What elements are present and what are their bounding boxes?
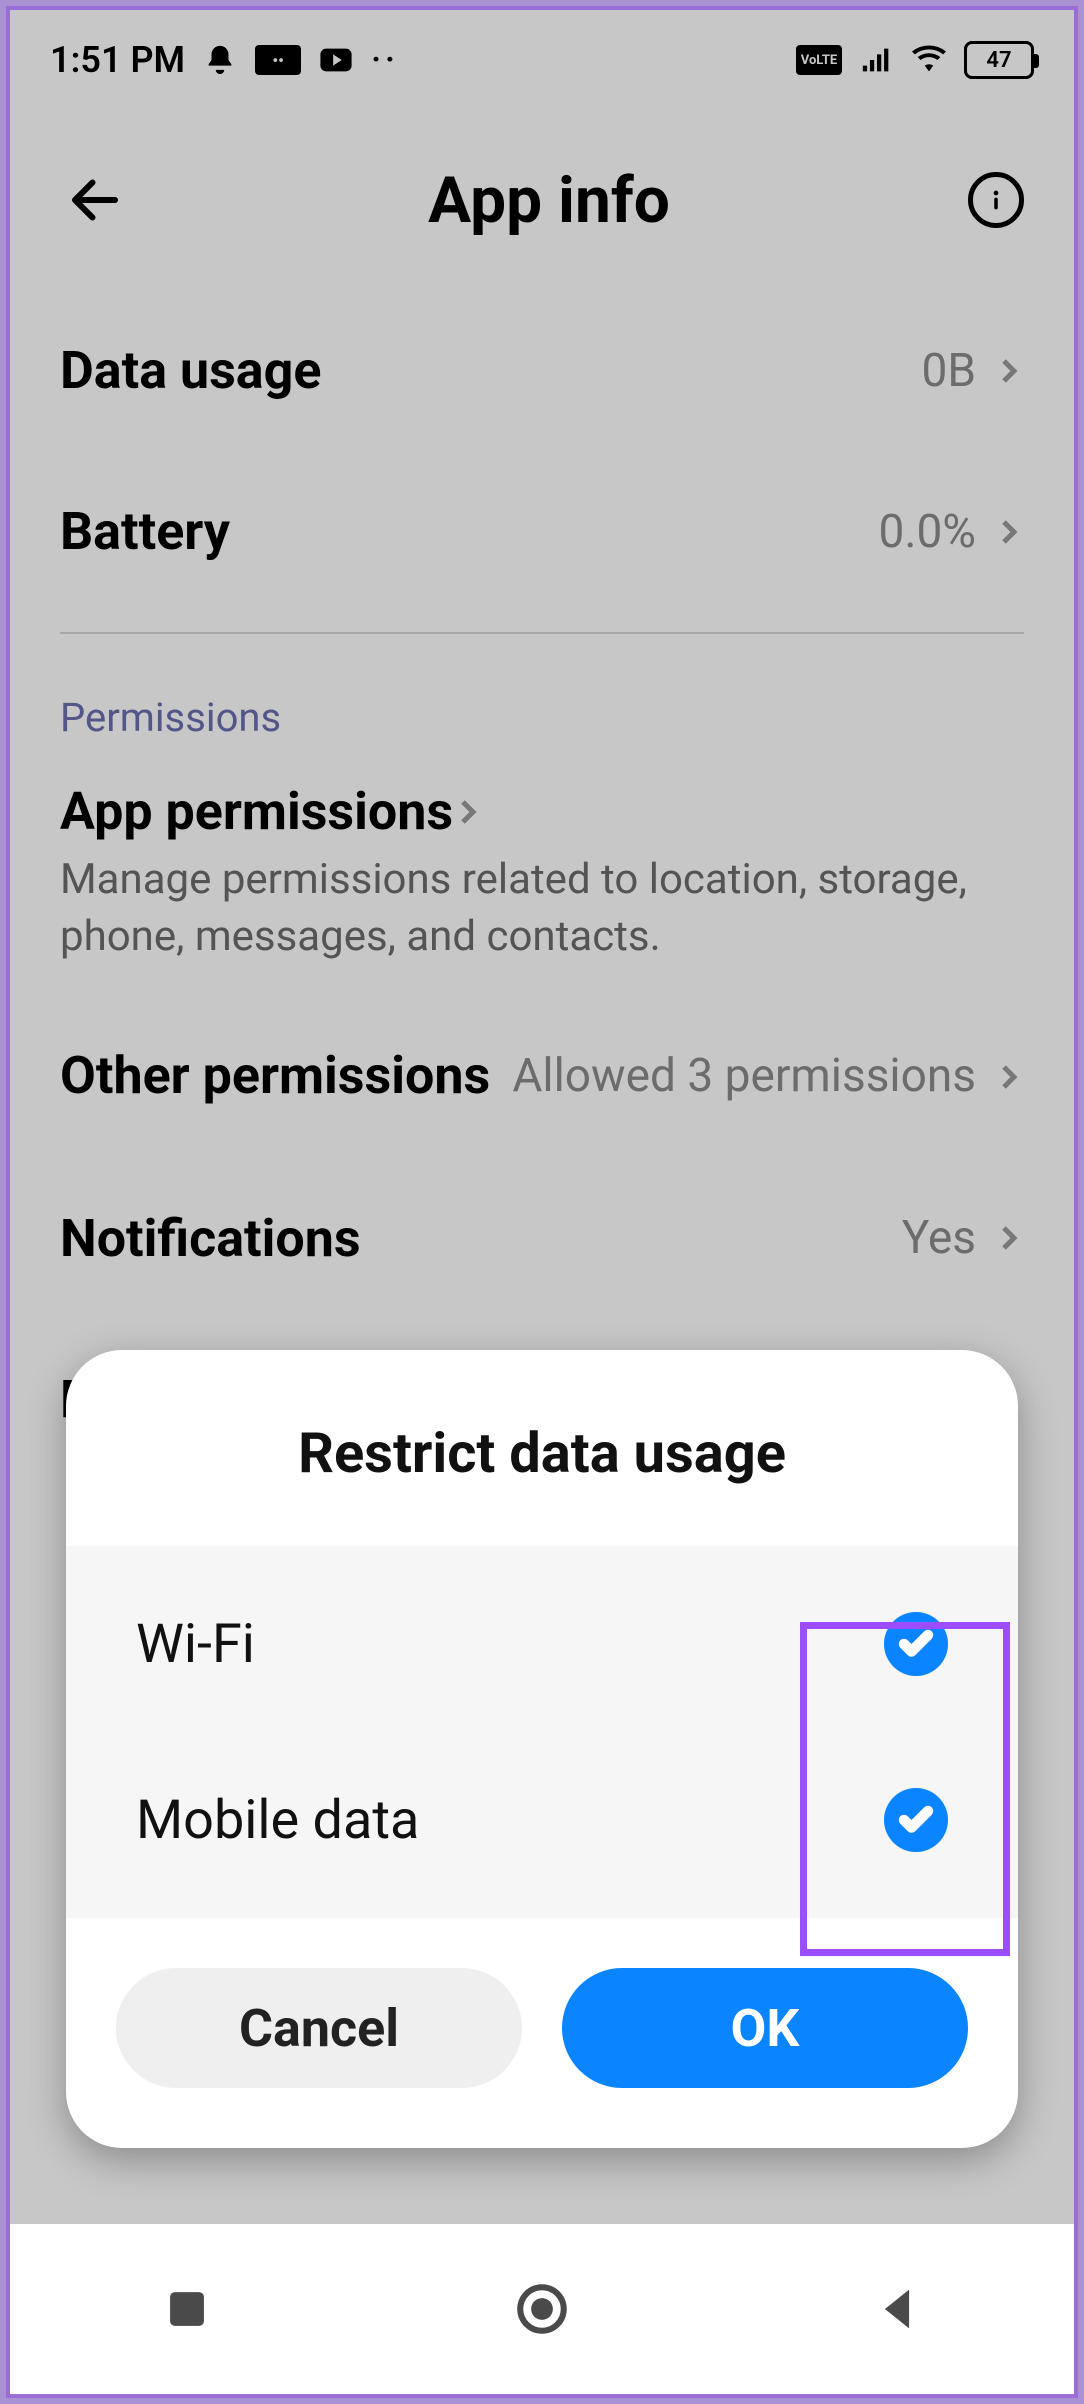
row-label: App permissions	[60, 781, 453, 842]
signal-icon	[860, 43, 894, 77]
page-title: App info	[130, 163, 968, 238]
content: Data usage 0B Battery 0.0% Permissions A…	[10, 290, 1074, 1521]
status-bar: 1:51 PM •• ·· VoLTE 47	[10, 10, 1074, 110]
row-app-permissions[interactable]: App permissions Manage permissions relat…	[60, 751, 1024, 995]
row-value: Yes	[902, 1211, 976, 1265]
divider	[60, 632, 1024, 634]
app-chip-icon: ••	[255, 45, 301, 75]
row-value: 0.0%	[878, 505, 976, 559]
row-label: Battery	[60, 501, 230, 562]
row-data-usage[interactable]: Data usage 0B	[60, 290, 1024, 451]
ok-button[interactable]: OK	[562, 1968, 968, 2088]
restrict-data-dialog: Restrict data usage Wi-Fi Mobile data Ca…	[66, 1350, 1018, 2148]
chevron-right-icon	[994, 1223, 1024, 1253]
row-other-permissions[interactable]: Other permissions Allowed 3 permissions	[60, 995, 1024, 1157]
app-header: App info	[10, 110, 1074, 290]
back-button[interactable]	[60, 165, 130, 235]
option-label: Mobile data	[136, 1789, 419, 1852]
dialog-title: Restrict data usage	[66, 1350, 1018, 1546]
nav-recents-button[interactable]	[152, 2274, 222, 2344]
checkbox-mobile-data[interactable]	[884, 1788, 948, 1852]
row-subtitle: Manage permissions related to location, …	[60, 852, 980, 965]
chevron-right-icon	[453, 797, 483, 827]
row-label: Notifications	[60, 1208, 361, 1269]
checkbox-wifi[interactable]	[884, 1612, 948, 1676]
chevron-right-icon	[994, 356, 1024, 386]
more-notifications-icon: ··	[371, 40, 399, 80]
chevron-right-icon	[994, 517, 1024, 547]
battery-icon: 47	[964, 41, 1034, 79]
section-permissions-title: Permissions	[60, 694, 1024, 741]
cancel-button[interactable]: Cancel	[116, 1968, 522, 2088]
row-label: Data usage	[60, 340, 321, 401]
system-nav-bar	[10, 2224, 1074, 2394]
battery-level: 47	[967, 44, 1031, 76]
wifi-icon	[912, 43, 946, 77]
row-value: 0B	[921, 344, 976, 398]
row-battery[interactable]: Battery 0.0%	[60, 451, 1024, 612]
row-notifications[interactable]: Notifications Yes	[60, 1158, 1024, 1319]
row-label: Other permissions	[60, 1045, 490, 1107]
status-time: 1:51 PM	[50, 39, 185, 81]
option-label: Wi-Fi	[136, 1613, 255, 1676]
nav-back-button[interactable]	[862, 2274, 932, 2344]
info-button[interactable]	[968, 172, 1024, 228]
youtube-icon	[319, 43, 353, 77]
nav-home-button[interactable]	[507, 2274, 577, 2344]
chevron-right-icon	[994, 1062, 1024, 1092]
bell-icon	[203, 43, 237, 77]
option-wifi[interactable]: Wi-Fi	[66, 1556, 1018, 1732]
option-mobile-data[interactable]: Mobile data	[66, 1732, 1018, 1908]
volte-icon: VoLTE	[796, 45, 842, 75]
row-value: Allowed 3 permissions	[512, 1048, 976, 1106]
